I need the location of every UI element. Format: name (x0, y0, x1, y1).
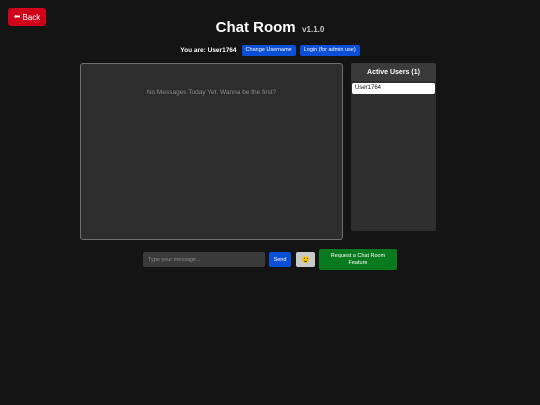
admin-login-button[interactable]: Login (for admin use) (299, 45, 360, 56)
current-user-label: You are: User1764 (180, 47, 237, 54)
message-area[interactable]: No Messages Today Yet. Wanna be the firs… (80, 63, 343, 240)
active-user-item[interactable]: User1764 (352, 83, 435, 94)
page-header: Chat Room v1.1.0 (0, 19, 540, 37)
smiley-face-icon (302, 256, 309, 263)
send-button[interactable]: Send (269, 252, 291, 267)
page-title: Chat Room (215, 19, 296, 36)
composer-bar: Send Request a Chat Room Feature (0, 249, 540, 271)
emoji-button[interactable] (296, 252, 315, 267)
request-feature-button[interactable]: Request a Chat Room Feature (319, 249, 397, 270)
active-users-panel: Active Users (1) User1764 (351, 63, 436, 231)
empty-messages-text: No Messages Today Yet. Wanna be the firs… (146, 89, 277, 96)
user-bar: You are: User1764 Change Username Login … (0, 45, 540, 56)
message-input[interactable] (143, 252, 265, 267)
chat-room-page: ⬅ Back Chat Room v1.1.0 You are: User176… (0, 0, 540, 405)
change-username-button[interactable]: Change Username (241, 45, 296, 56)
active-users-title: Active Users (1) (351, 63, 436, 81)
version-label: v1.1.0 (302, 25, 325, 34)
